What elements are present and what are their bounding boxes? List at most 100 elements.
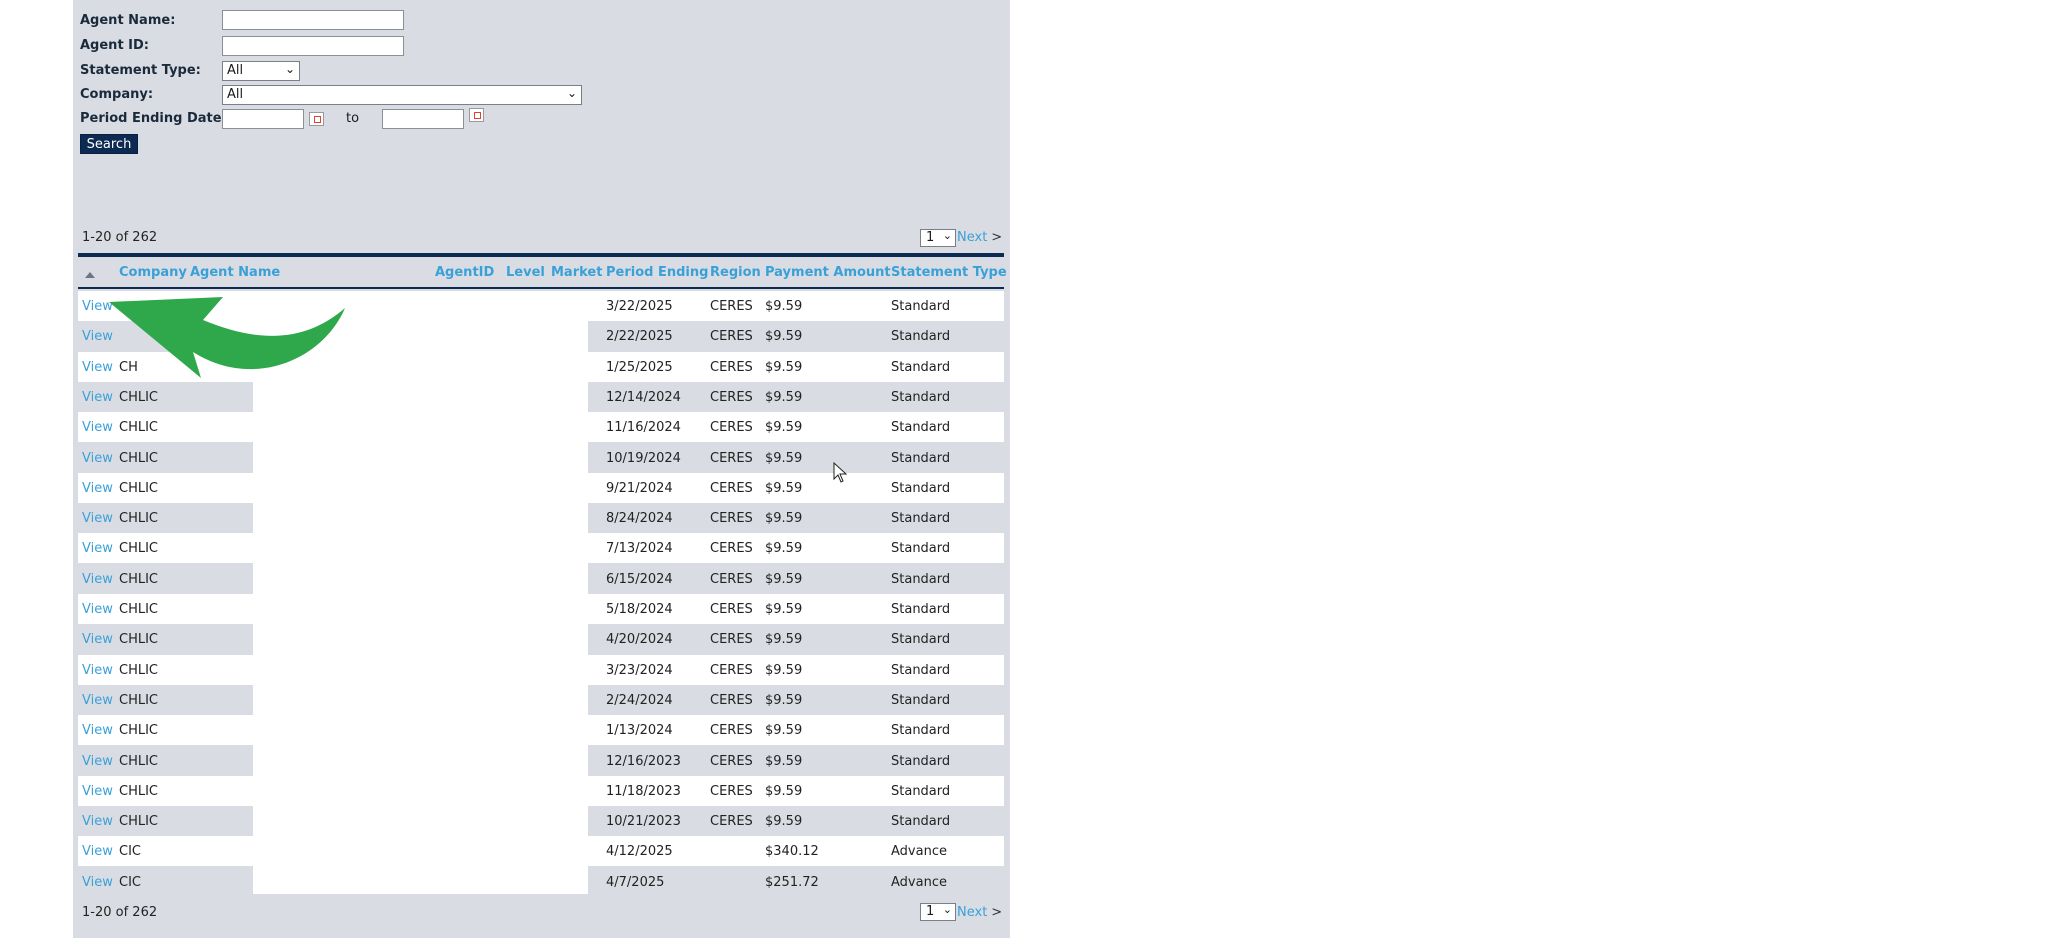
- cell-statement-type: Standard: [891, 541, 951, 556]
- cell-region: CERES: [710, 693, 753, 708]
- next-label: Next: [957, 905, 988, 920]
- cell-payment-amount: $9.59: [765, 784, 803, 799]
- cell-payment-amount: $340.12: [765, 844, 819, 859]
- cell-region: CERES: [710, 541, 753, 556]
- cell-period-ending: 4/20/2024: [606, 632, 673, 647]
- cell-statement-type: Advance: [891, 875, 947, 890]
- page-select-value: 1: [926, 904, 935, 919]
- view-link[interactable]: View: [82, 632, 113, 647]
- cell-period-ending: 10/19/2024: [606, 451, 681, 466]
- view-link[interactable]: View: [82, 451, 113, 466]
- chevron-down-icon: ⌄: [942, 903, 952, 916]
- cell-company: CIC: [119, 875, 141, 890]
- cell-region: CERES: [710, 632, 753, 647]
- view-link[interactable]: View: [82, 572, 113, 587]
- cell-payment-amount: $9.59: [765, 451, 803, 466]
- view-link[interactable]: View: [82, 723, 113, 738]
- view-link[interactable]: View: [82, 602, 113, 617]
- cell-statement-type: Standard: [891, 693, 951, 708]
- cell-payment-amount: $9.59: [765, 663, 803, 678]
- view-link[interactable]: View: [82, 693, 113, 708]
- cell-region: CERES: [710, 814, 753, 829]
- cell-payment-amount: $9.59: [765, 511, 803, 526]
- cell-region: CERES: [710, 723, 753, 738]
- cell-period-ending: 6/15/2024: [606, 572, 673, 587]
- cell-region: CERES: [710, 663, 753, 678]
- cell-payment-amount: $9.59: [765, 481, 803, 496]
- cell-company: CHLIC: [119, 511, 159, 526]
- cell-statement-type: Standard: [891, 481, 951, 496]
- cell-period-ending: 4/12/2025: [606, 844, 673, 859]
- cell-payment-amount: $9.59: [765, 572, 803, 587]
- cell-region: CERES: [710, 451, 753, 466]
- cell-region: CERES: [710, 420, 753, 435]
- cell-statement-type: Standard: [891, 784, 951, 799]
- view-link[interactable]: View: [82, 663, 113, 678]
- cell-statement-type: Standard: [891, 511, 951, 526]
- cell-statement-type: Standard: [891, 572, 951, 587]
- cell-period-ending: 11/16/2024: [606, 420, 681, 435]
- cell-statement-type: Standard: [891, 451, 951, 466]
- cell-company: CHLIC: [119, 541, 159, 556]
- next-page-link-bottom[interactable]: Next >: [957, 905, 1002, 920]
- pager-range-bottom: 1-20 of 262: [82, 905, 158, 920]
- cell-region: CERES: [710, 784, 753, 799]
- cell-period-ending: 11/18/2023: [606, 784, 681, 799]
- cell-company: CHLIC: [119, 723, 159, 738]
- view-link[interactable]: View: [82, 814, 113, 829]
- cell-statement-type: Standard: [891, 420, 951, 435]
- cell-company: CHLIC: [119, 814, 159, 829]
- view-link[interactable]: View: [82, 844, 113, 859]
- mouse-cursor-icon: [833, 462, 848, 483]
- cell-region: CERES: [710, 754, 753, 769]
- cell-period-ending: 4/7/2025: [606, 875, 665, 890]
- cell-statement-type: Standard: [891, 814, 951, 829]
- cell-period-ending: 5/18/2024: [606, 602, 673, 617]
- view-link[interactable]: View: [82, 541, 113, 556]
- statement-search-panel: Agent Name: Agent ID: Statement Type: Al…: [73, 0, 1010, 938]
- cell-period-ending: 1/13/2024: [606, 723, 673, 738]
- cell-statement-type: Standard: [891, 754, 951, 769]
- view-link[interactable]: View: [82, 420, 113, 435]
- cell-company: CHLIC: [119, 420, 159, 435]
- cell-payment-amount: $9.59: [765, 602, 803, 617]
- cell-company: CIC: [119, 844, 141, 859]
- cell-company: CHLIC: [119, 602, 159, 617]
- cell-payment-amount: $9.59: [765, 632, 803, 647]
- cell-company: CHLIC: [119, 784, 159, 799]
- cell-period-ending: 8/24/2024: [606, 511, 673, 526]
- cell-company: CHLIC: [119, 693, 159, 708]
- cell-company: CHLIC: [119, 451, 159, 466]
- cell-period-ending: 9/21/2024: [606, 481, 673, 496]
- cell-region: CERES: [710, 511, 753, 526]
- cell-region: CERES: [710, 602, 753, 617]
- page-select-bottom[interactable]: 1 ⌄: [920, 903, 956, 921]
- view-link[interactable]: View: [82, 511, 113, 526]
- cell-company: CHLIC: [119, 572, 159, 587]
- cell-period-ending: 7/13/2024: [606, 541, 673, 556]
- cell-payment-amount: $251.72: [765, 875, 819, 890]
- cell-company: CHLIC: [119, 481, 159, 496]
- cell-company: CHLIC: [119, 754, 159, 769]
- view-link[interactable]: View: [82, 784, 113, 799]
- cell-statement-type: Standard: [891, 632, 951, 647]
- cell-period-ending: 12/16/2023: [606, 754, 681, 769]
- cell-period-ending: 10/21/2023: [606, 814, 681, 829]
- cell-period-ending: 2/24/2024: [606, 693, 673, 708]
- cell-payment-amount: $9.59: [765, 754, 803, 769]
- cell-payment-amount: $9.59: [765, 420, 803, 435]
- cell-payment-amount: $9.59: [765, 723, 803, 738]
- annotation-arrow-icon: [109, 297, 345, 378]
- view-link[interactable]: View: [82, 754, 113, 769]
- cell-company: CHLIC: [119, 663, 159, 678]
- next-arrow-icon: >: [991, 905, 1003, 920]
- view-link[interactable]: View: [82, 481, 113, 496]
- cell-region: CERES: [710, 481, 753, 496]
- cell-statement-type: Standard: [891, 663, 951, 678]
- cell-statement-type: Standard: [891, 602, 951, 617]
- cell-statement-type: Advance: [891, 844, 947, 859]
- cell-period-ending: 3/23/2024: [606, 663, 673, 678]
- view-link[interactable]: View: [82, 875, 113, 890]
- cell-statement-type: Standard: [891, 723, 951, 738]
- cell-payment-amount: $9.59: [765, 541, 803, 556]
